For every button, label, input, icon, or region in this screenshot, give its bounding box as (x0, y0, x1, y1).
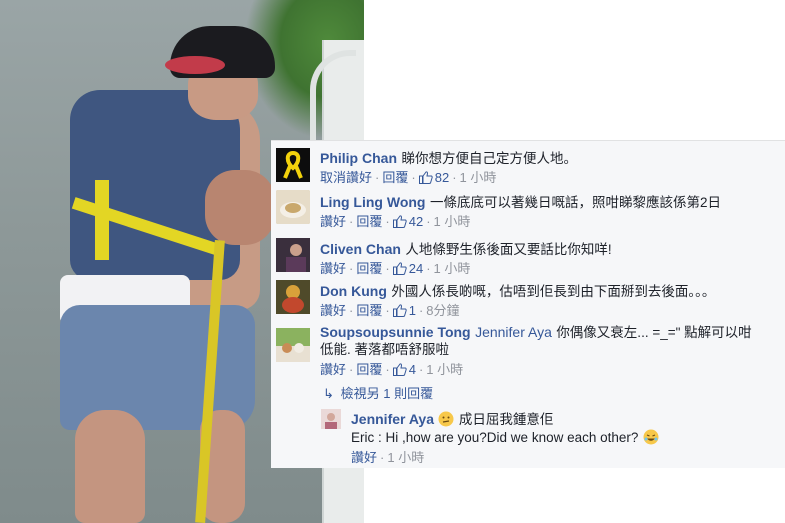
tattooed-arm (205, 170, 275, 245)
timestamp[interactable]: 1 小時 (460, 170, 497, 185)
avatar[interactable] (276, 328, 310, 362)
comment-actions: 讚好 · 回覆 · 24 · 1 小時 (320, 261, 471, 276)
reply-button[interactable]: 回覆 (382, 170, 408, 185)
reply-arrow-icon: ↳ (323, 386, 334, 401)
reply-button[interactable]: 回覆 (356, 303, 382, 318)
reply-button[interactable]: 回覆 (356, 362, 382, 377)
commenter-name[interactable]: Don Kung (320, 283, 387, 299)
yellow-ribbon-icon (276, 148, 310, 182)
comment-text: 外國人係長啲嘅，估唔到佢長到由下面掰到去後面。。。 (391, 284, 716, 299)
person-photo-avatar (276, 238, 310, 272)
comment-text: 一條底底可以著幾日嘅話，照咁睇黎應該係第2日 (429, 195, 721, 210)
like-button[interactable]: 讚好 (351, 450, 377, 465)
avatar[interactable] (276, 148, 310, 182)
commenter-name[interactable]: Ling Ling Wong (320, 194, 426, 210)
commenter-name[interactable]: Cliven Chan (320, 241, 401, 257)
timestamp[interactable]: 1 小時 (426, 362, 463, 377)
like-count[interactable]: 82 (418, 170, 449, 185)
comment-text: 人地條野生係後面又要話比你知咩! (405, 242, 612, 257)
commenter-name[interactable]: Philip Chan (320, 150, 397, 166)
person-photo-avatar (321, 409, 341, 429)
reply-text-continued: Eric : Hi ,how are you?Did we know each … (351, 430, 639, 445)
mention-link[interactable]: Jennifer Aya (475, 324, 552, 340)
view-more-replies[interactable]: ↳ 檢視另 1 則回覆 (323, 385, 433, 403)
timestamp[interactable]: 1 小時 (434, 261, 471, 276)
cats-photo-avatar (276, 328, 310, 362)
like-button[interactable]: 讚好 (320, 261, 346, 276)
thumbs-up-icon (392, 215, 407, 228)
like-button[interactable]: 讚好 (320, 214, 346, 229)
reply-text: 成日屈我鍾意佢 (458, 412, 554, 427)
comment-text: 睇你想方便自己定方便人地。 (401, 151, 577, 166)
comment-actions: 讚好 · 回覆 · 42 · 1 小時 (320, 214, 471, 229)
like-count[interactable]: 42 (392, 214, 423, 229)
like-button[interactable]: 讚好 (320, 303, 346, 318)
food-photo-avatar (276, 190, 310, 224)
avatar[interactable] (276, 190, 310, 224)
thumbs-up-icon (418, 171, 433, 184)
thumbs-up-icon (392, 304, 407, 317)
comment-actions: 讚好 · 回覆 · 1 · 8分鐘 (320, 303, 460, 318)
avatar[interactable] (276, 238, 310, 272)
timestamp[interactable]: 1 小時 (387, 450, 424, 465)
thumbs-up-icon (392, 262, 407, 275)
reply-button[interactable]: 回覆 (356, 261, 382, 276)
like-button[interactable]: 讚好 (320, 362, 346, 377)
cap-brim (165, 56, 225, 74)
laughing-emoji-icon (643, 429, 659, 445)
like-count[interactable]: 1 (392, 303, 416, 318)
comment-text-continued: 低能. 著落都唔舒服啦 (320, 342, 450, 357)
comment-actions: 讚好 · 回覆 · 4 · 1 小時 (320, 362, 464, 377)
commenter-name[interactable]: Jennifer Aya (351, 411, 434, 427)
commenter-name[interactable]: Soupsoupsunnie Tong (320, 324, 471, 340)
figurine-avatar (276, 280, 310, 314)
view-more-replies-label: 檢視另 1 則回覆 (340, 386, 434, 401)
like-count[interactable]: 4 (392, 362, 416, 377)
timestamp[interactable]: 8分鐘 (426, 303, 459, 318)
thumbs-up-icon (392, 363, 407, 376)
reply-actions: 讚好 · 1 小時 (351, 450, 425, 465)
leg (75, 410, 145, 523)
timestamp[interactable]: 1 小時 (434, 214, 471, 229)
avatar[interactable] (276, 280, 310, 314)
comment-actions: 取消讚好 · 回覆 · 82 · 1 小時 (320, 170, 497, 185)
comments-panel: Philip Chan 睇你想方便自己定方便人地。 取消讚好 · 回覆 · 82 · 1 小… (271, 140, 785, 468)
comment-text: 你偶像又衰左... =_=" 點解可以咁 (556, 325, 752, 340)
avatar[interactable] (321, 409, 341, 429)
confused-emoji-icon (438, 411, 454, 427)
reply-button[interactable]: 回覆 (356, 214, 382, 229)
unlike-button[interactable]: 取消讚好 (320, 170, 372, 185)
like-count[interactable]: 24 (392, 261, 423, 276)
